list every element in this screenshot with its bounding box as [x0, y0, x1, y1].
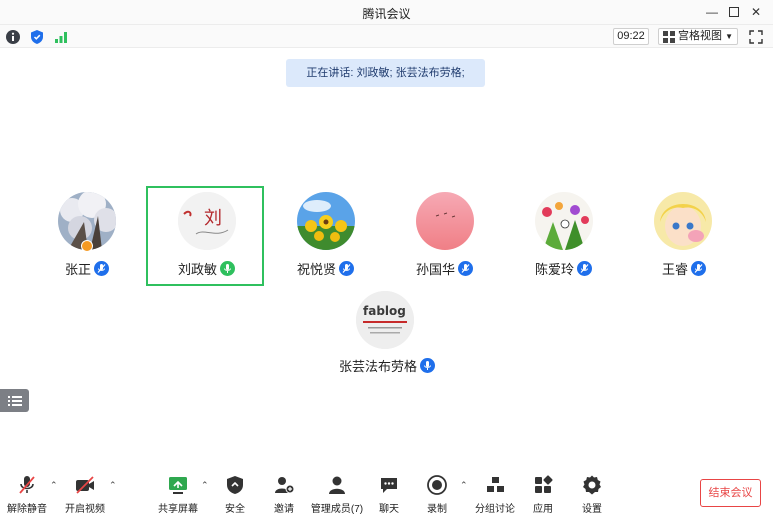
- add-user-icon: [273, 474, 295, 496]
- window-controls: — ✕: [701, 2, 767, 22]
- record-label: 录制: [427, 504, 447, 515]
- unmute-label: 解除静音: [7, 504, 47, 515]
- camera-off-icon: [74, 474, 96, 496]
- participant-name-row: 孙国华: [416, 259, 474, 278]
- mic-muted-icon: [339, 261, 355, 276]
- chat-icon: [378, 474, 400, 496]
- share-screen-label: 共享屏幕: [158, 504, 198, 515]
- avatar: 刘: [178, 192, 236, 250]
- participant-tile[interactable]: 陈爱玲: [505, 187, 623, 287]
- mic-off-icon: [16, 474, 38, 496]
- mic-muted-icon: [458, 261, 474, 276]
- mic-muted-icon: [691, 261, 707, 276]
- security-label: 安全: [225, 504, 245, 515]
- participant-name-row: 张正: [65, 259, 110, 278]
- chat-label: 聊天: [379, 504, 399, 515]
- share-screen-icon: [167, 474, 189, 496]
- gear-icon: [581, 474, 603, 496]
- participant-tile[interactable]: fablog 张芸法布劳格: [327, 285, 445, 380]
- speaking-indicator: 正在讲话: 刘政敏; 张芸法布劳格;: [286, 59, 485, 87]
- list-icon: [7, 395, 22, 406]
- participant-tile[interactable]: 祝悦贤: [267, 187, 385, 287]
- avatar: [416, 192, 474, 250]
- record-icon: [426, 474, 448, 496]
- logo-text: fablog: [363, 304, 406, 318]
- host-badge: [81, 240, 93, 252]
- manage-members-label: 管理成员(7): [310, 504, 364, 515]
- participant-name: 孙国华: [416, 262, 456, 277]
- participant-tile-active[interactable]: 刘 刘政敏: [146, 186, 264, 286]
- window-title: 腾讯会议: [362, 7, 411, 21]
- signal-icon[interactable]: [53, 29, 69, 45]
- participant-name: 陈爱玲: [535, 262, 575, 277]
- meeting-time: 09:22: [613, 28, 649, 45]
- settings-label: 设置: [582, 504, 602, 515]
- mic-muted-icon: [577, 261, 593, 276]
- unmute-button[interactable]: 解除静音: [0, 474, 55, 515]
- participant-tile[interactable]: 王睿: [624, 187, 742, 287]
- start-video-label: 开启视频: [65, 504, 105, 515]
- end-meeting-button[interactable]: 结束会议: [700, 479, 761, 507]
- apps-label: 应用: [533, 504, 553, 515]
- participant-tile[interactable]: 孙国华: [386, 187, 504, 287]
- fullscreen-icon[interactable]: [748, 29, 764, 45]
- breakout-label: 分组讨论: [475, 504, 515, 515]
- avatar: fablog: [356, 291, 414, 349]
- participant-name-row: 王睿: [662, 259, 707, 278]
- participant-name: 刘政敏: [178, 262, 218, 277]
- settings-button[interactable]: 设置: [564, 474, 620, 515]
- participant-name: 张正: [65, 262, 92, 277]
- participant-name: 祝悦贤: [297, 262, 337, 277]
- participant-list-toggle[interactable]: [0, 389, 29, 412]
- close-icon[interactable]: ✕: [745, 2, 767, 22]
- invite-label: 邀请: [274, 504, 294, 515]
- participant-name: 王睿: [662, 262, 689, 277]
- record-button[interactable]: 录制: [409, 474, 465, 515]
- grid-icon: [663, 30, 675, 43]
- apps-icon: [532, 474, 554, 496]
- avatar: [654, 192, 712, 250]
- maximize-icon[interactable]: [723, 2, 745, 22]
- shield-icon: [224, 474, 246, 496]
- participant-name-row: 陈爱玲: [535, 259, 593, 278]
- share-screen-button[interactable]: 共享屏幕: [150, 474, 206, 515]
- meeting-toolbar: 解除静音 ⌃ 开启视频 ⌃ 共享屏幕 ⌃ 安全 邀请 管理成员(7) 聊天 录制…: [0, 470, 773, 515]
- info-icon[interactable]: [5, 29, 21, 45]
- manage-members-button[interactable]: 管理成员(7): [308, 474, 366, 515]
- apps-button[interactable]: 应用: [515, 474, 571, 515]
- invite-button[interactable]: 邀请: [256, 474, 312, 515]
- mic-muted-icon: [94, 261, 110, 276]
- start-video-button[interactable]: 开启视频: [57, 474, 113, 515]
- participant-name-row: 祝悦贤: [297, 259, 355, 278]
- mic-speaking-icon: [420, 358, 436, 373]
- mic-speaking-icon: [220, 261, 236, 276]
- security-button[interactable]: 安全: [207, 474, 263, 515]
- view-mode-dropdown[interactable]: 宫格视图 ▼: [658, 28, 738, 45]
- participant-tile[interactable]: 张正: [28, 187, 146, 287]
- minimize-icon[interactable]: —: [701, 2, 723, 22]
- chevron-down-icon: ▼: [725, 32, 733, 41]
- avatar: [297, 192, 355, 250]
- meeting-info-bar: 09:22 宫格视图 ▼: [0, 24, 773, 48]
- view-mode-label: 宫格视图: [678, 30, 722, 42]
- members-icon: [326, 474, 348, 496]
- avatar-text: 刘: [204, 208, 222, 229]
- participant-name-row: 张芸法布劳格: [339, 356, 436, 375]
- video-options-chevron-icon[interactable]: ⌃: [109, 480, 117, 491]
- participant-name-row: 刘政敏: [178, 259, 236, 278]
- participant-name: 张芸法布劳格: [339, 359, 418, 374]
- avatar: [535, 192, 593, 250]
- breakout-rooms-icon: [484, 474, 506, 496]
- shield-icon[interactable]: [29, 29, 45, 45]
- title-bar: 腾讯会议 — ✕: [0, 0, 773, 24]
